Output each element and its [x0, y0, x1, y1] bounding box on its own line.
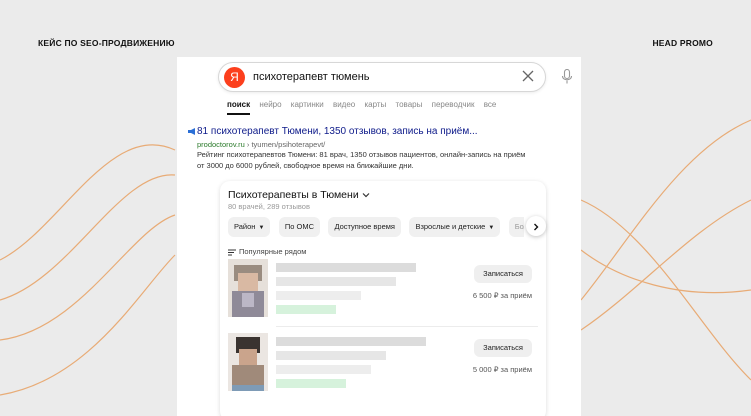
blurred-availability: [276, 379, 346, 388]
card-title[interactable]: Психотерапевты в Тюмени: [228, 189, 370, 201]
chip-adults-children[interactable]: Взрослые и детские ▼: [409, 217, 501, 237]
blurred-specialty: [276, 351, 386, 360]
yandex-logo[interactable]: Я: [224, 67, 245, 88]
divider: [276, 326, 538, 327]
result-domain[interactable]: prodoctorov.ru: [197, 140, 245, 149]
chip-oms[interactable]: По ОМС: [278, 217, 320, 237]
chip-label: Доступное время: [334, 222, 395, 231]
doctor-item[interactable]: Записаться 5 000 ₽ за приём: [228, 333, 540, 395]
blurred-name: [276, 337, 426, 346]
doctors-card: Психотерапевты в Тюмени 80 врачей, 289 о…: [220, 181, 546, 416]
tab-images[interactable]: картинки: [291, 100, 324, 109]
active-tab-indicator: [227, 113, 250, 115]
search-results-panel: Я психотерапевт тюмень поиск нейро карти…: [177, 57, 581, 416]
chip-district[interactable]: Район ▼: [228, 217, 271, 237]
result-snippet: Рейтинг психотерапевтов Тюмени: 81 врач,…: [197, 150, 526, 170]
tab-translator[interactable]: переводчик: [432, 100, 475, 109]
blurred-specialty: [276, 277, 396, 286]
result-title-link[interactable]: 81 психотерапевт Тюмени, 1350 отзывов, з…: [197, 126, 478, 137]
search-bar[interactable]: Я психотерапевт тюмень: [218, 62, 546, 92]
doctor-item[interactable]: Записаться 6 500 ₽ за приём: [228, 259, 540, 327]
search-input[interactable]: психотерапевт тюмень: [253, 71, 370, 83]
blurred-availability: [276, 305, 336, 314]
chevron-right-icon[interactable]: [526, 216, 546, 236]
chip-label: Болезни: [514, 222, 524, 231]
price: 6 500 ₽ за приём: [472, 291, 532, 300]
tab-maps[interactable]: карты: [364, 100, 386, 109]
brand-label: HEAD PROMO: [652, 38, 713, 48]
card-title-city: в Тюмени: [308, 189, 359, 201]
blurred-rating: [276, 365, 371, 374]
filter-chips: Район ▼ По ОМС Доступное время Взрослые и…: [228, 216, 524, 238]
popular-nearby[interactable]: Популярные рядом: [228, 247, 306, 256]
book-button[interactable]: Записаться: [474, 339, 532, 357]
blurred-name: [276, 263, 416, 272]
sort-icon: [228, 249, 236, 256]
chip-label: Район: [234, 222, 256, 231]
card-subtitle: 80 врачей, 289 отзывов: [228, 202, 310, 211]
tab-video[interactable]: видео: [333, 100, 355, 109]
book-button[interactable]: Записаться: [474, 265, 532, 283]
chip-available-time[interactable]: Доступное время: [328, 217, 401, 237]
chevron-down-icon: ▼: [258, 225, 265, 231]
price: 5 000 ₽ за приём: [472, 365, 532, 374]
search-tabs: поиск нейро картинки видео карты товары …: [227, 100, 503, 109]
chip-diseases[interactable]: Болезни: [508, 217, 524, 237]
tab-search[interactable]: поиск: [227, 100, 250, 109]
tab-goods[interactable]: товары: [396, 100, 423, 109]
tab-all[interactable]: все: [484, 100, 497, 109]
blurred-rating: [276, 291, 361, 300]
chevron-down-icon: ▼: [488, 225, 495, 231]
chip-label: По ОМС: [284, 222, 314, 231]
doctor-photo: [228, 333, 268, 391]
tab-neuro[interactable]: нейро: [259, 100, 281, 109]
close-icon[interactable]: [521, 69, 535, 83]
chip-label: Взрослые и детские: [415, 222, 486, 231]
popular-label: Популярные рядом: [239, 247, 307, 256]
card-title-main: Психотерапевты: [228, 189, 309, 201]
result-path[interactable]: › tyumen/psihoterapevt/: [245, 140, 325, 149]
megaphone-icon: [188, 128, 195, 135]
chevron-down-icon[interactable]: [362, 192, 370, 198]
case-label: КЕЙС ПО SEO-ПРОДВИЖЕНИЮ: [38, 38, 175, 48]
microphone-icon[interactable]: [561, 69, 573, 85]
doctor-photo: [228, 259, 268, 317]
result-url[interactable]: prodoctorov.ru › tyumen/psihoterapevt/: [197, 140, 325, 149]
